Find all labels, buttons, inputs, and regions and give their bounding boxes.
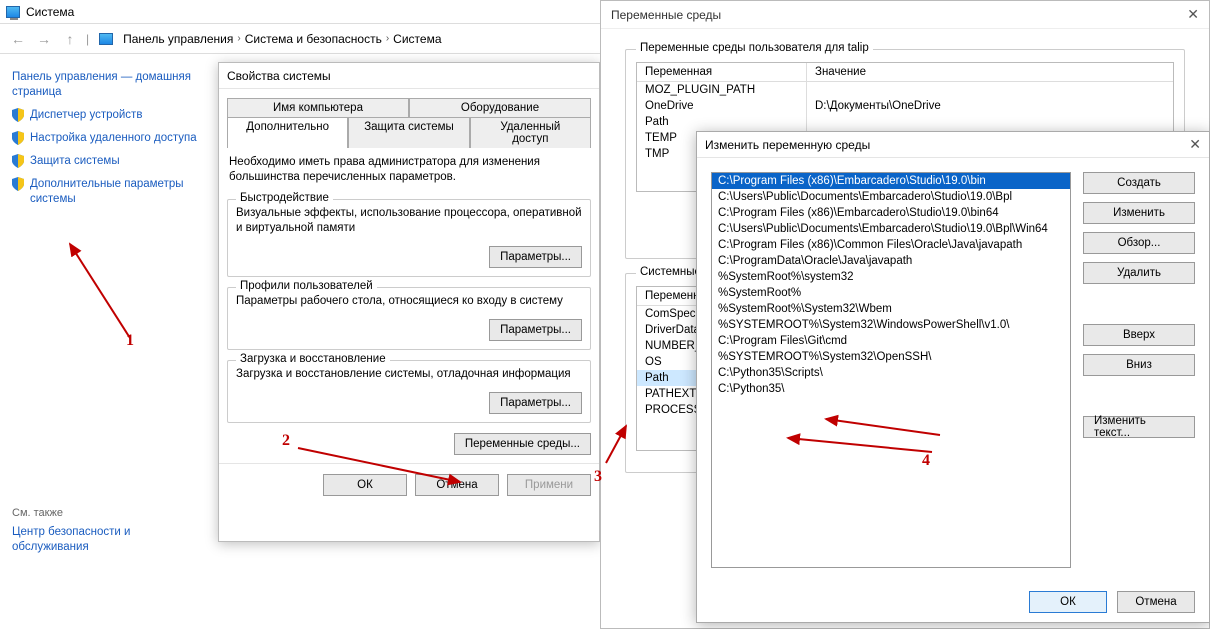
annotation-4: 4 (922, 452, 930, 470)
group-title: Загрузка и восстановление (236, 353, 390, 365)
shield-icon (12, 177, 24, 191)
annotation-3: 3 (594, 468, 602, 486)
sidebar-item-remote[interactable]: Настройка удаленного доступа (12, 131, 198, 146)
shield-icon (12, 154, 24, 168)
forward-arrow-icon[interactable]: → (34, 29, 54, 49)
delete-button[interactable]: Удалить (1083, 262, 1195, 284)
cancel-button[interactable]: Отмена (415, 474, 499, 496)
performance-settings-button[interactable]: Параметры... (489, 246, 582, 268)
edit-title: Изменить переменную среды (705, 138, 870, 152)
col-value: Значение (807, 63, 1173, 81)
tab-protection[interactable]: Защита системы (348, 117, 469, 148)
startup-group: Загрузка и восстановление Загрузка и вос… (227, 360, 591, 423)
performance-group: Быстродействие Визуальные эффекты, испол… (227, 199, 591, 277)
list-item[interactable]: C:\Program Files\Git\cmd (712, 333, 1070, 349)
location-icon (99, 33, 113, 45)
env-title: Переменные среды (611, 8, 721, 22)
table-row[interactable]: MOZ_PLUGIN_PATH (637, 82, 1173, 98)
list-item[interactable]: %SystemRoot%\System32\Wbem (712, 301, 1070, 317)
cancel-button[interactable]: Отмена (1117, 591, 1195, 613)
new-button[interactable]: Создать (1083, 172, 1195, 194)
system-title: Система (26, 5, 74, 19)
list-item[interactable]: C:\Users\Public\Documents\Embarcadero\St… (712, 189, 1070, 205)
close-icon[interactable]: ✕ (1187, 6, 1199, 23)
security-center-link[interactable]: Центр безопасности и обслуживания (12, 525, 198, 555)
list-item[interactable]: C:\Program Files (x86)\Embarcadero\Studi… (712, 173, 1070, 189)
see-also-label: См. также (12, 507, 198, 519)
sidebar-item-advanced[interactable]: Дополнительные параметры системы (12, 177, 198, 207)
edit-text-button[interactable]: Изменить текст... (1083, 416, 1195, 438)
list-item[interactable]: C:\ProgramData\Oracle\Java\javapath (712, 253, 1070, 269)
sidebar-item-label: Дополнительные параметры системы (30, 177, 198, 207)
back-arrow-icon[interactable]: ← (8, 29, 28, 49)
apply-button[interactable]: Примени (507, 474, 591, 496)
tab-hardware[interactable]: Оборудование (409, 98, 591, 118)
up-arrow-icon[interactable]: ↑ (60, 29, 80, 49)
nav-bar: ← → ↑ | Панель управления› Система и без… (0, 24, 600, 54)
close-icon[interactable]: ✕ (1189, 136, 1201, 153)
down-button[interactable]: Вниз (1083, 354, 1195, 376)
up-button[interactable]: Вверх (1083, 324, 1195, 346)
tab-remote[interactable]: Удаленный доступ (470, 117, 591, 148)
tab-computer-name[interactable]: Имя компьютера (227, 98, 409, 118)
tab-advanced[interactable]: Дополнительно (227, 117, 348, 148)
list-item[interactable]: C:\Program Files (x86)\Embarcadero\Studi… (712, 205, 1070, 221)
browse-button[interactable]: Обзор... (1083, 232, 1195, 254)
table-row[interactable]: Path (637, 114, 1173, 130)
col-variable: Переменная (637, 63, 807, 81)
system-properties-dialog: Свойства системы Имя компьютера Оборудов… (218, 62, 600, 542)
group-text: Загрузка и восстановление системы, отлад… (236, 367, 582, 382)
sidebar-item-label: Диспетчер устройств (30, 108, 142, 123)
startup-settings-button[interactable]: Параметры... (489, 392, 582, 414)
monitor-icon (6, 6, 20, 18)
group-title: Быстродействие (236, 192, 333, 204)
annotation-1: 1 (126, 332, 134, 350)
system-titlebar: Система (0, 0, 600, 24)
sidebar-item-device-manager[interactable]: Диспетчер устройств (12, 108, 198, 123)
crumb-system[interactable]: Система (393, 32, 441, 46)
list-item[interactable]: C:\Python35\Scripts\ (712, 365, 1070, 381)
list-item[interactable]: %SYSTEMROOT%\System32\OpenSSH\ (712, 349, 1070, 365)
group-text: Параметры рабочего стола, относящиеся ко… (236, 294, 582, 309)
ok-button[interactable]: ОК (1029, 591, 1107, 613)
edit-button[interactable]: Изменить (1083, 202, 1195, 224)
admin-note: Необходимо иметь права администратора дл… (227, 147, 591, 193)
group-text: Визуальные эффекты, использование процес… (236, 206, 582, 236)
crumb-control-panel[interactable]: Панель управления (123, 32, 233, 46)
list-item[interactable]: %SystemRoot% (712, 285, 1070, 301)
path-entries-list[interactable]: C:\Program Files (x86)\Embarcadero\Studi… (711, 172, 1071, 568)
group-title: Переменные среды пользователя для talip (636, 42, 873, 54)
list-item[interactable]: %SystemRoot%\system32 (712, 269, 1070, 285)
sidebar-item-label: Настройка удаленного доступа (30, 131, 197, 146)
breadcrumb[interactable]: Панель управления› Система и безопасност… (123, 32, 441, 46)
profiles-settings-button[interactable]: Параметры... (489, 319, 582, 341)
props-title: Свойства системы (219, 63, 599, 89)
edit-env-var-dialog: Изменить переменную среды ✕ C:\Program F… (696, 131, 1210, 623)
ok-button[interactable]: ОК (323, 474, 407, 496)
sidebar-item-protection[interactable]: Защита системы (12, 154, 198, 169)
sidebar: Панель управления — домашняя страница Ди… (0, 54, 210, 629)
profiles-group: Профили пользователей Параметры рабочего… (227, 287, 591, 350)
list-item[interactable]: C:\Users\Public\Documents\Embarcadero\St… (712, 221, 1070, 237)
shield-icon (12, 131, 24, 145)
sidebar-item-label: Защита системы (30, 154, 120, 169)
list-item[interactable]: %SYSTEMROOT%\System32\WindowsPowerShell\… (712, 317, 1070, 333)
table-row[interactable]: OneDriveD:\Документы\OneDrive (637, 98, 1173, 114)
list-item[interactable]: C:\Program Files (x86)\Common Files\Orac… (712, 237, 1070, 253)
group-title: Профили пользователей (236, 280, 377, 292)
sidebar-home-link[interactable]: Панель управления — домашняя страница (12, 70, 198, 100)
shield-icon (12, 108, 24, 122)
crumb-system-security[interactable]: Система и безопасность (245, 32, 382, 46)
annotation-2: 2 (282, 432, 290, 450)
env-vars-button[interactable]: Переменные среды... (454, 433, 591, 455)
list-item[interactable]: C:\Python35\ (712, 381, 1070, 397)
